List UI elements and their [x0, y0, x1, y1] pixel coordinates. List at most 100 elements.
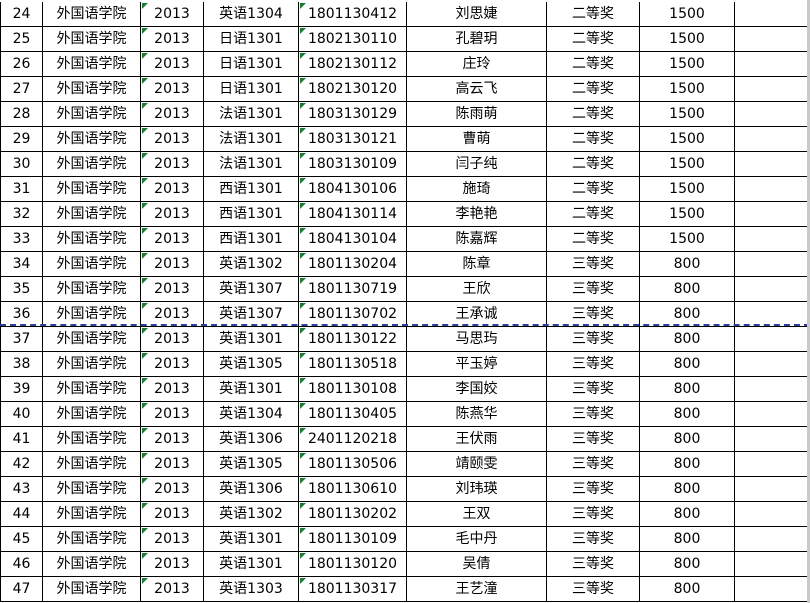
empty-cell[interactable]: [735, 277, 810, 302]
amount-cell[interactable]: 800: [640, 377, 735, 402]
year-cell[interactable]: 2013: [141, 252, 204, 277]
name-cell[interactable]: 王双: [407, 502, 547, 527]
name-cell[interactable]: 马思玙: [407, 327, 547, 352]
college-cell[interactable]: 外国语学院: [43, 27, 141, 52]
empty-cell[interactable]: [735, 552, 810, 577]
student-id-cell[interactable]: 1803130129: [299, 102, 407, 127]
class-cell[interactable]: 英语1301: [204, 527, 299, 552]
empty-cell[interactable]: [735, 402, 810, 427]
student-id-cell[interactable]: 1802130112: [299, 52, 407, 77]
name-cell[interactable]: 李艳艳: [407, 202, 547, 227]
student-id-cell[interactable]: 1804130106: [299, 177, 407, 202]
college-cell[interactable]: 外国语学院: [43, 2, 141, 27]
row-number-cell[interactable]: 29: [0, 127, 43, 152]
row-number-cell[interactable]: 33: [0, 227, 43, 252]
student-id-cell[interactable]: 1801130506: [299, 452, 407, 477]
year-cell[interactable]: 2013: [141, 27, 204, 52]
amount-cell[interactable]: 800: [640, 352, 735, 377]
amount-cell[interactable]: 800: [640, 277, 735, 302]
name-cell[interactable]: 闫子纯: [407, 152, 547, 177]
row-number-cell[interactable]: 25: [0, 27, 43, 52]
class-cell[interactable]: 日语1301: [204, 77, 299, 102]
class-cell[interactable]: 英语1302: [204, 252, 299, 277]
award-cell[interactable]: 三等奖: [547, 477, 640, 502]
award-cell[interactable]: 三等奖: [547, 327, 640, 352]
award-cell[interactable]: 三等奖: [547, 452, 640, 477]
award-cell[interactable]: 二等奖: [547, 102, 640, 127]
name-cell[interactable]: 刘玮瑛: [407, 477, 547, 502]
name-cell[interactable]: 平玉婷: [407, 352, 547, 377]
college-cell[interactable]: 外国语学院: [43, 502, 141, 527]
row-number-cell[interactable]: 28: [0, 102, 43, 127]
class-cell[interactable]: 英语1303: [204, 577, 299, 602]
college-cell[interactable]: 外国语学院: [43, 152, 141, 177]
amount-cell[interactable]: 800: [640, 327, 735, 352]
student-id-cell[interactable]: 1801130120: [299, 552, 407, 577]
amount-cell[interactable]: 800: [640, 252, 735, 277]
year-cell[interactable]: 2013: [141, 452, 204, 477]
award-cell[interactable]: 二等奖: [547, 177, 640, 202]
year-cell[interactable]: 2013: [141, 527, 204, 552]
class-cell[interactable]: 英语1306: [204, 427, 299, 452]
empty-cell[interactable]: [735, 127, 810, 152]
college-cell[interactable]: 外国语学院: [43, 427, 141, 452]
empty-cell[interactable]: [735, 2, 810, 27]
award-cell[interactable]: 三等奖: [547, 352, 640, 377]
college-cell[interactable]: 外国语学院: [43, 177, 141, 202]
student-id-cell[interactable]: 1803130121: [299, 127, 407, 152]
empty-cell[interactable]: [735, 77, 810, 102]
college-cell[interactable]: 外国语学院: [43, 377, 141, 402]
amount-cell[interactable]: 1500: [640, 52, 735, 77]
empty-cell[interactable]: [735, 52, 810, 77]
class-cell[interactable]: 西语1301: [204, 202, 299, 227]
empty-cell[interactable]: [735, 327, 810, 352]
class-cell[interactable]: 英语1301: [204, 552, 299, 577]
amount-cell[interactable]: 800: [640, 552, 735, 577]
amount-cell[interactable]: 1500: [640, 27, 735, 52]
row-number-cell[interactable]: 39: [0, 377, 43, 402]
name-cell[interactable]: 陈嘉辉: [407, 227, 547, 252]
class-cell[interactable]: 法语1301: [204, 102, 299, 127]
year-cell[interactable]: 2013: [141, 552, 204, 577]
student-id-cell[interactable]: 1801130412: [299, 2, 407, 27]
award-cell[interactable]: 三等奖: [547, 552, 640, 577]
year-cell[interactable]: 2013: [141, 52, 204, 77]
name-cell[interactable]: 刘思婕: [407, 2, 547, 27]
amount-cell[interactable]: 800: [640, 402, 735, 427]
award-cell[interactable]: 三等奖: [547, 252, 640, 277]
year-cell[interactable]: 2013: [141, 377, 204, 402]
year-cell[interactable]: 2013: [141, 502, 204, 527]
college-cell[interactable]: 外国语学院: [43, 52, 141, 77]
year-cell[interactable]: 2013: [141, 327, 204, 352]
empty-cell[interactable]: [735, 102, 810, 127]
student-id-cell[interactable]: 1802130110: [299, 27, 407, 52]
row-number-cell[interactable]: 47: [0, 577, 43, 602]
name-cell[interactable]: 高云飞: [407, 77, 547, 102]
class-cell[interactable]: 英语1305: [204, 352, 299, 377]
amount-cell[interactable]: 1500: [640, 127, 735, 152]
year-cell[interactable]: 2013: [141, 77, 204, 102]
award-cell[interactable]: 三等奖: [547, 277, 640, 302]
award-cell[interactable]: 二等奖: [547, 202, 640, 227]
year-cell[interactable]: 2013: [141, 127, 204, 152]
empty-cell[interactable]: [735, 202, 810, 227]
year-cell[interactable]: 2013: [141, 177, 204, 202]
student-id-cell[interactable]: 1803130109: [299, 152, 407, 177]
empty-cell[interactable]: [735, 152, 810, 177]
row-number-cell[interactable]: 41: [0, 427, 43, 452]
year-cell[interactable]: 2013: [141, 152, 204, 177]
award-cell[interactable]: 三等奖: [547, 377, 640, 402]
name-cell[interactable]: 王欣: [407, 277, 547, 302]
award-cell[interactable]: 三等奖: [547, 577, 640, 602]
college-cell[interactable]: 外国语学院: [43, 577, 141, 602]
student-id-cell[interactable]: 1801130405: [299, 402, 407, 427]
empty-cell[interactable]: [735, 352, 810, 377]
amount-cell[interactable]: 800: [640, 527, 735, 552]
empty-cell[interactable]: [735, 177, 810, 202]
student-id-cell[interactable]: 1801130109: [299, 527, 407, 552]
student-id-cell[interactable]: 1801130610: [299, 477, 407, 502]
student-id-cell[interactable]: 1804130104: [299, 227, 407, 252]
award-cell[interactable]: 二等奖: [547, 2, 640, 27]
year-cell[interactable]: 2013: [141, 402, 204, 427]
college-cell[interactable]: 外国语学院: [43, 227, 141, 252]
